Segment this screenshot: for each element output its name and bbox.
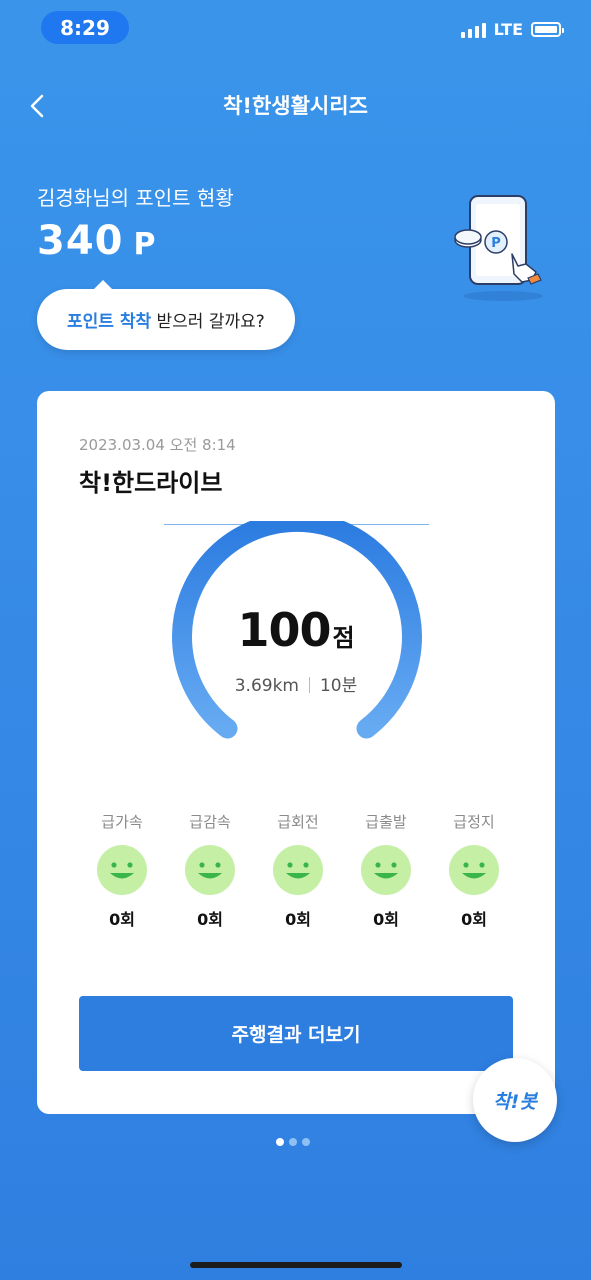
view-more-results-button[interactable]: 주행결과 더보기 — [79, 996, 513, 1071]
score-display: 100점 — [37, 603, 555, 657]
points-number: 340 — [37, 218, 124, 264]
coin-label: P — [491, 236, 501, 251]
signal-icon — [460, 22, 486, 38]
driving-result-card: 2023.03.04 오전 8:14 착!한드라이브 100점 3.69km 10… — [37, 391, 555, 1114]
smiley-face-icon — [361, 845, 411, 895]
battery-icon — [531, 22, 564, 37]
bubble-text: 받으러 갈까요? — [151, 312, 265, 332]
event-count: 0회 — [197, 910, 223, 929]
card-title: 착!한드라이브 — [79, 469, 223, 497]
event-label: 급정지 — [453, 813, 495, 831]
event-count: 0회 — [461, 910, 487, 929]
event-rapid-start: 급출발 0회 — [349, 811, 423, 930]
score-value: 100 — [237, 603, 331, 657]
event-label: 급출발 — [365, 813, 407, 831]
trip-distance: 3.69km — [234, 676, 299, 696]
points-label: 김경화님의 포인트 현황 — [37, 186, 234, 210]
event-sharp-turn: 급회전 0회 — [261, 811, 335, 930]
bubble-highlight: 포인트 착착 — [67, 312, 152, 332]
event-label: 급회전 — [277, 813, 319, 831]
event-count: 0회 — [285, 910, 311, 929]
smiley-face-icon — [273, 845, 323, 895]
points-unit: P — [133, 227, 157, 262]
chatbot-button[interactable]: 착!봇 — [473, 1058, 557, 1142]
score-unit: 점 — [332, 624, 355, 652]
page-dot-3[interactable] — [302, 1138, 310, 1146]
driving-events: 급가속 0회 급감속 0회 급회전 0회 급출발 0회 급정지 0회 — [85, 811, 511, 930]
page-dot-1[interactable] — [276, 1138, 284, 1146]
smiley-face-icon — [185, 845, 235, 895]
trip-duration: 10분 — [319, 676, 358, 696]
status-time: 8:29 — [41, 11, 129, 44]
smiley-face-icon — [97, 845, 147, 895]
smiley-face-icon — [449, 845, 499, 895]
meta-divider — [308, 677, 310, 693]
event-rapid-acceleration: 급가속 0회 — [85, 811, 159, 930]
event-rapid-deceleration: 급감속 0회 — [173, 811, 247, 930]
event-rapid-stop: 급정지 0회 — [437, 811, 511, 930]
points-promo-bubble[interactable]: 포인트 착착 받으러 갈까요? — [37, 280, 295, 350]
points-value: 340 P — [37, 218, 157, 264]
trip-meta: 3.69km 10분 — [37, 671, 555, 696]
event-label: 급감속 — [189, 813, 231, 831]
status-indicators: LTE — [460, 20, 564, 39]
event-count: 0회 — [109, 910, 135, 929]
event-count: 0회 — [373, 910, 399, 929]
page-indicator — [276, 1138, 310, 1146]
trip-date: 2023.03.04 오전 8:14 — [79, 436, 236, 454]
network-label: LTE — [493, 20, 523, 39]
home-indicator[interactable] — [190, 1262, 402, 1268]
page-title: 착!한생활시리즈 — [223, 94, 368, 118]
page-dot-2[interactable] — [289, 1138, 297, 1146]
phone-points-illustration: P — [454, 195, 543, 301]
event-label: 급가속 — [101, 813, 143, 831]
